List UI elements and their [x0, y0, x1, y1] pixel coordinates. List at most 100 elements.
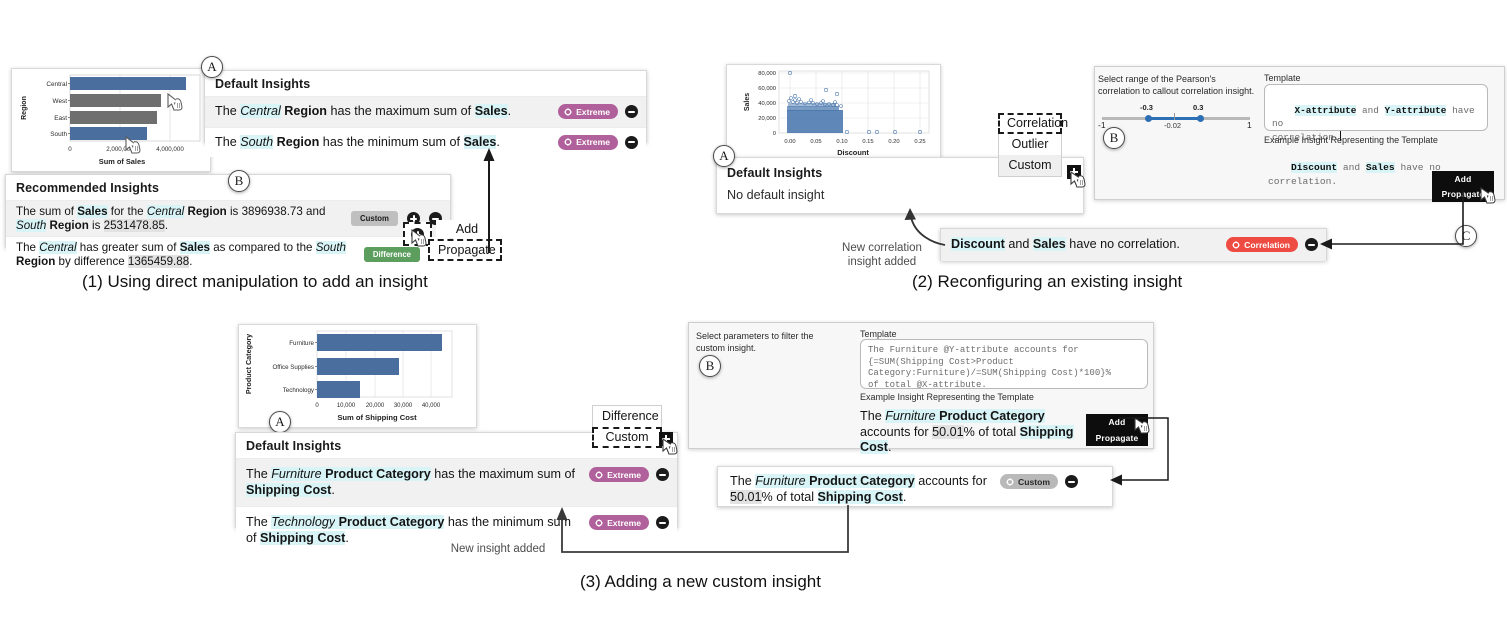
insight-type-tag-difference[interactable]: Difference	[363, 247, 420, 263]
svg-text:Furniture: Furniture	[289, 340, 314, 347]
menu-item-custom[interactable]: Custom	[592, 427, 662, 448]
menu-item-outlier[interactable]: Outlier	[998, 134, 1062, 155]
example-token: correlation.	[1268, 176, 1338, 187]
status-badge-extreme[interactable]: Extreme	[589, 467, 649, 482]
panel2-menu-list: Correlation Outlier Custom	[998, 113, 1068, 177]
panel1-recommended-row-1[interactable]: The sum of Sales for the Central Region …	[6, 200, 450, 237]
t: .	[164, 218, 169, 232]
svg-text:Office Supplies: Office Supplies	[272, 364, 314, 371]
panel2-insight-type-menu[interactable]: Correlation Outlier Custom	[998, 113, 1068, 177]
panel3-default-insight-row-1[interactable]: The Furniture Product Category has the m…	[236, 458, 677, 506]
remove-insight-button[interactable]	[1065, 475, 1078, 488]
svg-text:10,000: 10,000	[337, 403, 356, 409]
subject-attr: Central	[39, 241, 77, 255]
marker-b-panel2: B	[1103, 127, 1125, 149]
marker-label: B	[705, 358, 715, 373]
svg-text:Region: Region	[21, 96, 28, 120]
svg-text:0: 0	[773, 131, 776, 137]
value-pct: 50.01	[932, 424, 964, 439]
t: The	[246, 467, 272, 481]
svg-text:80,000: 80,000	[758, 71, 776, 77]
badge-label: Extreme	[607, 469, 641, 480]
panel2-result-insight-row[interactable]: Discount and Sales have no correlation. …	[941, 229, 1326, 261]
svg-text:0.10: 0.10	[836, 139, 847, 145]
svg-text:0.00: 0.00	[784, 139, 795, 145]
svg-text:Central: Central	[46, 81, 67, 88]
dim-name: Product Category	[805, 474, 915, 488]
panel2-add-panel-button[interactable]	[1067, 165, 1081, 179]
panel2-propagate-connector	[1320, 190, 1464, 250]
t: and	[1004, 237, 1033, 251]
svg-text:South: South	[50, 131, 67, 138]
attr-sales: Sales	[1032, 237, 1066, 251]
menu-item-difference[interactable]: Difference	[592, 405, 662, 427]
panel1-default-insight-row-1[interactable]: The Central Region has the maximum sum o…	[205, 96, 646, 127]
slider-knob-low[interactable]	[1145, 115, 1152, 122]
panel2-arrow-label-line2: insight added	[847, 256, 917, 268]
t: The	[16, 241, 40, 255]
svg-text:20,000: 20,000	[366, 403, 385, 409]
t: .	[902, 489, 907, 504]
panel2-arrow-label-line1: New correlation	[842, 242, 922, 254]
gear-icon	[1006, 477, 1014, 486]
status-badge-extreme[interactable]: Extreme	[558, 134, 618, 150]
panel1-default-insight-row-2[interactable]: The South Region has the minimum sum of …	[205, 126, 646, 157]
panel2-template-label: Template	[1264, 73, 1301, 83]
status-badge-custom[interactable]: Custom	[1000, 474, 1058, 489]
value-1: 3896938.73	[241, 205, 303, 218]
subject-attr: South	[240, 134, 274, 149]
template-token: and	[1356, 104, 1385, 116]
badge-label: Extreme	[576, 106, 610, 117]
marker-label: A	[719, 148, 729, 163]
menu-item-correlation[interactable]: Correlation	[998, 113, 1068, 134]
slider-knob-high[interactable]	[1197, 115, 1204, 122]
svg-text:West: West	[53, 98, 68, 105]
menu-item-custom[interactable]: Custom	[998, 155, 1062, 177]
panel1-recommended-row-2[interactable]: The Central has greater sum of Sales as …	[6, 236, 450, 273]
example-token: and	[1337, 162, 1366, 173]
t: The	[246, 515, 272, 529]
panel2-caption: (2) Reconfiguring an existing insight	[912, 272, 1183, 291]
svg-text:40,000: 40,000	[422, 403, 441, 409]
panel2-template-editor[interactable]: X-attribute and Y-attribute have no corr…	[1264, 84, 1488, 143]
gear-icon	[1232, 241, 1240, 249]
panel3-template-editor[interactable]: The Furniture @Y-attribute accounts for …	[860, 339, 1148, 390]
dim-name: Product Category	[321, 467, 431, 481]
slider-max-label: 1	[1247, 120, 1252, 130]
slider-center-tick	[1174, 113, 1175, 120]
gear-icon	[564, 108, 572, 116]
panel1-flow-arrow	[483, 148, 495, 253]
panel3-arrow-label: New insight added	[450, 543, 546, 555]
t: and	[302, 205, 326, 218]
attr-discount: Discount	[951, 237, 1005, 251]
status-badge-correlation[interactable]: Correlation	[1226, 237, 1298, 253]
panel1-add-insight-button-focused[interactable]	[411, 228, 424, 241]
remove-insight-button[interactable]	[656, 468, 669, 481]
panel2-scatter-chart: 0 20,000 40,000 60,000 80,000 Sales 0.00…	[744, 70, 930, 157]
subject-attr: Furniture	[271, 467, 322, 481]
svg-text:Product Category: Product Category	[244, 334, 253, 394]
svg-text:4,000,000: 4,000,000	[156, 146, 184, 153]
dim-name: Region	[46, 218, 89, 232]
svg-text:20,000: 20,000	[758, 116, 776, 122]
remove-insight-button[interactable]	[625, 105, 638, 119]
metric-attr: Shipping Cost	[260, 530, 346, 545]
remove-insight-button[interactable]	[625, 135, 638, 149]
panel2-add-button[interactable]: Add	[1432, 171, 1494, 187]
insight-type-tag-custom[interactable]: Custom	[350, 211, 398, 227]
panel3-result-insight-text: The Furniture Product Category accounts …	[730, 474, 992, 505]
value-1: 1365459.88	[127, 254, 190, 268]
panel2-correlation-range-slider[interactable]: -0.3 0.3 -0.02 -1 1	[1098, 100, 1253, 130]
template-token-y-attribute: Y-attribute	[1384, 104, 1447, 116]
panel3-insight-type-menu[interactable]: Difference Custom	[592, 405, 662, 448]
slider-high-label: 0.3	[1193, 103, 1204, 112]
panel2-chart-card: 0 20,000 40,000 60,000 80,000 Sales 0.00…	[726, 64, 941, 161]
panel1-default-insight-controls-1: Extreme	[558, 104, 638, 120]
svg-text:0: 0	[315, 403, 319, 409]
t: % of total	[761, 489, 818, 504]
status-badge-extreme[interactable]: Extreme	[558, 104, 618, 120]
panel3-add-panel-button[interactable]	[659, 432, 673, 446]
t: has the maximum sum of	[327, 104, 475, 118]
figure-root: Central West East South Region 0 2,000,0…	[0, 0, 1507, 629]
badge-label: Custom	[1018, 476, 1050, 487]
